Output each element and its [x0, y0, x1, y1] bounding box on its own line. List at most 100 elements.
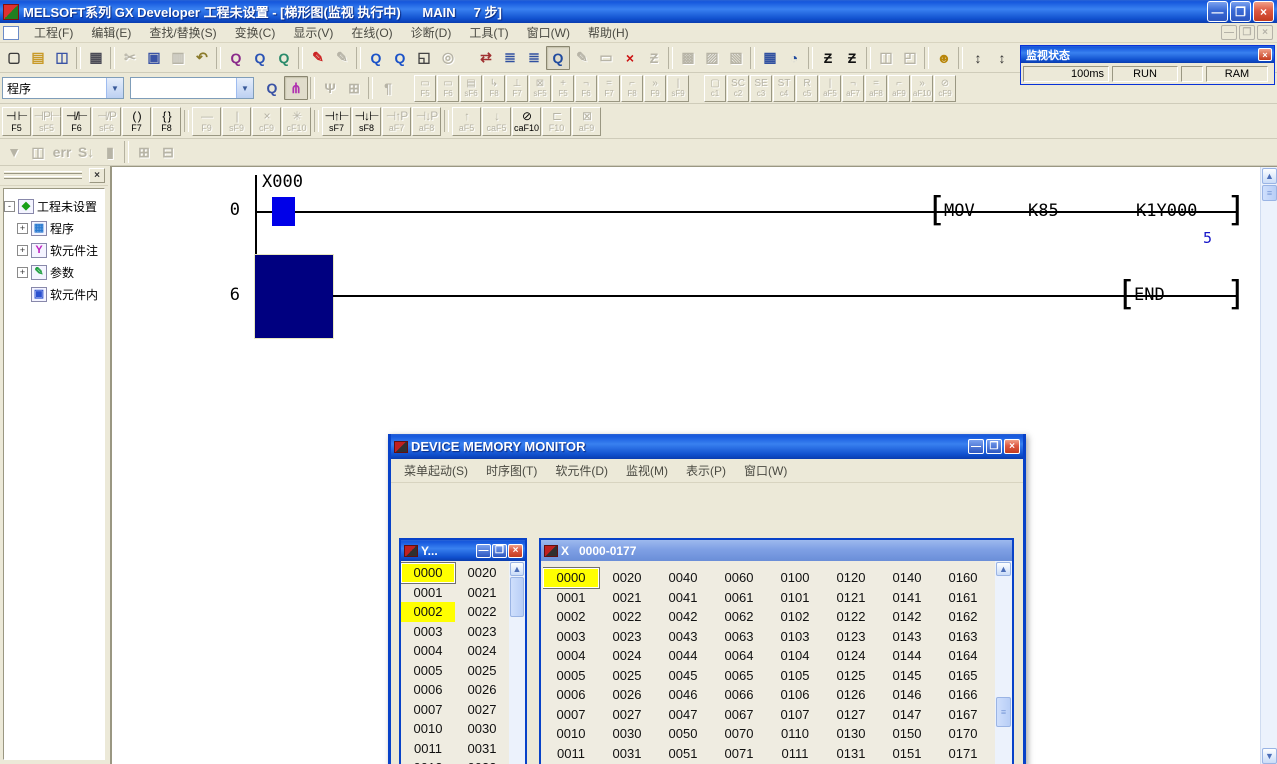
- open-file-icon[interactable]: ▤: [26, 46, 50, 70]
- x-device-cell[interactable]: 0104: [767, 646, 823, 666]
- x-device-cell[interactable]: 0107: [767, 705, 823, 725]
- y-device-cell[interactable]: 0011: [401, 739, 455, 759]
- menu-item[interactable]: 软元件(D): [546, 460, 617, 481]
- data-type-combobox[interactable]: 程序 ▼: [2, 77, 124, 99]
- x-device-cell[interactable]: 0150: [879, 724, 935, 744]
- x-vertical-scrollbar[interactable]: ▲ ≡ ▼: [995, 561, 1012, 764]
- scroll-thumb[interactable]: ≡: [1262, 185, 1277, 201]
- tree-item-软元件内[interactable]: ▣软元件内: [4, 283, 104, 305]
- x-device-cell[interactable]: 0162: [935, 607, 991, 627]
- x-device-cell[interactable]: 0160: [935, 568, 991, 588]
- x-device-cell[interactable]: 0164: [935, 646, 991, 666]
- monitor-stop-icon[interactable]: ×: [618, 46, 642, 70]
- x-device-cell[interactable]: 0122: [823, 607, 879, 627]
- x-device-cell[interactable]: 0123: [823, 627, 879, 647]
- falling-pulse-button[interactable]: ⊣↓⊢sF8: [352, 107, 381, 136]
- x-device-cell[interactable]: 0005: [543, 666, 599, 686]
- x-device-cell[interactable]: 0131: [823, 744, 879, 764]
- closed-contact-button[interactable]: ⊣/⊢F6: [62, 107, 91, 136]
- x-device-cell[interactable]: 0143: [879, 627, 935, 647]
- y-device-cell[interactable]: 0024: [455, 641, 509, 661]
- statement-tree-icon[interactable]: ⋔: [284, 76, 308, 100]
- y-device-cell[interactable]: 0020: [455, 563, 509, 583]
- coil-button[interactable]: ( )F7: [122, 107, 151, 136]
- x-device-cell[interactable]: 0161: [935, 588, 991, 608]
- menu-item[interactable]: 查找/替换(S): [140, 22, 225, 43]
- scroll-up-icon[interactable]: ▲: [510, 562, 524, 576]
- y-device-cell[interactable]: 0012: [401, 758, 455, 764]
- x-device-cell[interactable]: 0027: [599, 705, 655, 725]
- x-device-cell[interactable]: 0031: [599, 744, 655, 764]
- x-device-cell[interactable]: 0043: [655, 627, 711, 647]
- x-device-cell[interactable]: 0021: [599, 588, 655, 608]
- find-icon[interactable]: Q: [224, 46, 248, 70]
- tree-item-工程未设置[interactable]: -◆工程未设置: [4, 195, 104, 217]
- block-combobox[interactable]: ▼: [130, 77, 254, 99]
- new-file-icon[interactable]: ▢: [2, 46, 26, 70]
- y-device-list[interactable]: 0000002000010021000200220003002300040024…: [401, 561, 509, 764]
- undo-icon[interactable]: ↶: [190, 46, 214, 70]
- x-window-titlebar[interactable]: X 0000-0177: [541, 540, 1012, 561]
- tree-expander[interactable]: +: [17, 267, 28, 278]
- y-device-cell[interactable]: 0007: [401, 700, 455, 720]
- x-device-cell[interactable]: 0120: [823, 568, 879, 588]
- menu-item[interactable]: 显示(V): [284, 22, 342, 43]
- menu-item[interactable]: 变换(C): [226, 22, 285, 43]
- x-device-cell[interactable]: 0101: [767, 588, 823, 608]
- x-device-cell[interactable]: 0071: [711, 744, 767, 764]
- x-device-cell[interactable]: 0022: [599, 607, 655, 627]
- x-device-cell[interactable]: 0000: [543, 568, 599, 588]
- y-device-cell[interactable]: 0027: [455, 700, 509, 720]
- x-device-cell[interactable]: 0147: [879, 705, 935, 725]
- x-device-cell[interactable]: 0030: [599, 724, 655, 744]
- menu-item[interactable]: 菜单起动(S): [395, 460, 477, 481]
- tree-item-参数[interactable]: +✎参数: [4, 261, 104, 283]
- menu-item[interactable]: 时序图(T): [477, 460, 546, 481]
- x-device-cell[interactable]: 0002: [543, 607, 599, 627]
- menu-item[interactable]: 帮助(H): [579, 22, 638, 43]
- tree-expander[interactable]: +: [17, 223, 28, 234]
- x-device-cell[interactable]: 0044: [655, 646, 711, 666]
- close-icon[interactable]: ×: [1258, 48, 1272, 61]
- y-device-cell[interactable]: 0000: [401, 563, 455, 583]
- close-button[interactable]: ×: [1253, 1, 1274, 22]
- close-button[interactable]: ×: [1004, 439, 1020, 454]
- x-device-cell[interactable]: 0050: [655, 724, 711, 744]
- x-device-cell[interactable]: 0167: [935, 705, 991, 725]
- x-device-cell[interactable]: 0020: [599, 568, 655, 588]
- zoom-in-icon[interactable]: Q: [364, 46, 388, 70]
- open-contact-button[interactable]: ⊣ ⊢F5: [2, 107, 31, 136]
- scroll-down-icon[interactable]: ▼: [1262, 748, 1277, 764]
- maximize-button[interactable]: ❐: [492, 544, 507, 558]
- x-device-cell[interactable]: 0007: [543, 705, 599, 725]
- x-device-cell[interactable]: 0067: [711, 705, 767, 725]
- copy-icon[interactable]: ▣: [142, 46, 166, 70]
- menu-item[interactable]: 窗口(W): [518, 22, 579, 43]
- invert-result-button[interactable]: ⊘caF10: [512, 107, 541, 136]
- x-device-cell[interactable]: 0040: [655, 568, 711, 588]
- tree-expander[interactable]: +: [17, 245, 28, 256]
- x-device-cell[interactable]: 0163: [935, 627, 991, 647]
- x-device-cell[interactable]: 0124: [823, 646, 879, 666]
- close-icon[interactable]: ×: [89, 168, 105, 183]
- monitor-mode-icon[interactable]: Q: [546, 46, 570, 70]
- tree-item-程序[interactable]: +▦程序: [4, 217, 104, 239]
- tree-item-软元件注[interactable]: +Y软元件注: [4, 239, 104, 261]
- menu-item[interactable]: 窗口(W): [735, 460, 796, 481]
- y-device-cell[interactable]: 0031: [455, 739, 509, 759]
- x-device-cell[interactable]: 0010: [543, 724, 599, 744]
- minimize-button[interactable]: —: [1207, 1, 1228, 22]
- ladder-selection-cursor[interactable]: [255, 255, 333, 338]
- x-device-cell[interactable]: 0070: [711, 724, 767, 744]
- maximize-button[interactable]: ❐: [986, 439, 1002, 454]
- sort-desc-icon[interactable]: ↕: [990, 46, 1014, 70]
- x-device-grid[interactable]: 0000002000400060010001200140016000010021…: [543, 561, 995, 764]
- y-device-cell[interactable]: 0032: [455, 758, 509, 764]
- ladder-monitor-icon[interactable]: ≣: [498, 46, 522, 70]
- x-device-cell[interactable]: 0026: [599, 685, 655, 705]
- x-device-cell[interactable]: 0042: [655, 607, 711, 627]
- x-device-cell[interactable]: 0023: [599, 627, 655, 647]
- x-device-cell[interactable]: 0144: [879, 646, 935, 666]
- menu-item[interactable]: 诊断(D): [402, 22, 461, 43]
- dock-grip[interactable]: [4, 171, 82, 174]
